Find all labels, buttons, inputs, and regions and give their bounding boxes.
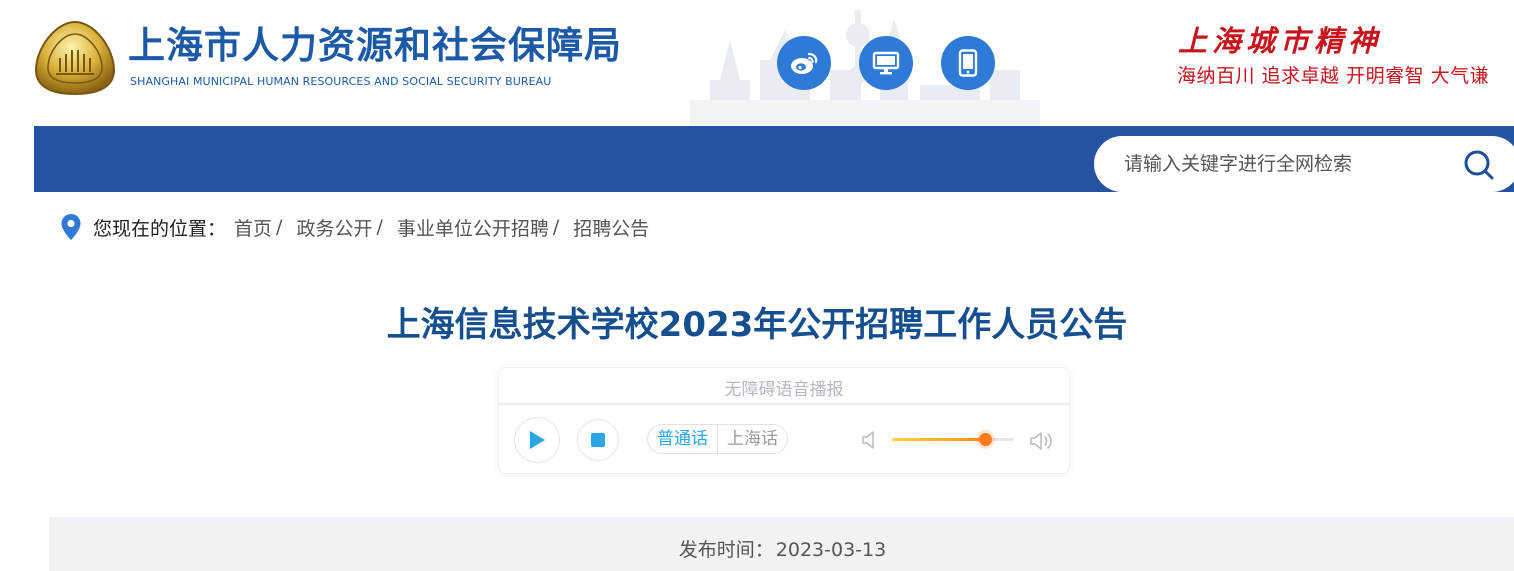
volume-low-icon[interactable]	[861, 430, 879, 450]
org-name-cn: 上海市人力资源和社会保障局	[128, 24, 622, 67]
publish-info-bar: 发布时间： 2023-03-13	[49, 517, 1514, 571]
publish-time: 发布时间： 2023-03-13	[49, 535, 1514, 562]
location-pin-icon	[61, 214, 81, 240]
accessibility-audio-player: 无障碍语音播报 普通话 上海话	[498, 367, 1070, 474]
desktop-icon	[872, 51, 900, 75]
breadcrumb-label: 您现在的位置：	[93, 217, 227, 240]
volume-fill	[892, 438, 985, 441]
stop-icon	[591, 433, 605, 447]
volume-knob[interactable]	[978, 433, 992, 446]
weibo-icon	[791, 52, 818, 74]
search-input[interactable]	[1124, 149, 1444, 179]
site-header: 上海市人力资源和社会保障局 SHANGHAI MUNICIPAL HUMAN R…	[0, 0, 1514, 126]
player-title: 无障碍语音播报	[724, 380, 844, 400]
breadcrumb-recruitment-notice[interactable]: 招聘公告	[573, 214, 649, 241]
breadcrumb-separator: /	[552, 216, 560, 238]
desktop-site-button[interactable]	[859, 36, 913, 90]
player-progress-track[interactable]	[499, 403, 1069, 405]
publish-time-label: 发布时间：	[678, 539, 774, 561]
lang-mandarin[interactable]: 普通话	[648, 425, 717, 453]
city-spirit-slogan: 海纳百川 追求卓越 开明睿智 大气谦	[1177, 65, 1490, 87]
breadcrumb-government-affairs[interactable]: 政务公开	[296, 214, 372, 241]
publish-date: 2023-03-13	[775, 539, 887, 561]
site-search	[1094, 136, 1514, 192]
breadcrumb: 您现在的位置： 首页 / 政务公开 / 事业单位公开招聘 / 招聘公告	[60, 212, 649, 242]
lang-shanghainese[interactable]: 上海话	[717, 425, 787, 453]
volume-high-icon[interactable]	[1029, 430, 1055, 452]
breadcrumb-separator: /	[276, 216, 283, 238]
volume-slider[interactable]	[892, 433, 1014, 446]
weibo-button[interactable]	[777, 36, 831, 90]
article-title: 上海信息技术学校2023年公开招聘工作人员公告	[386, 305, 1128, 345]
play-button[interactable]	[514, 417, 560, 463]
city-spirit-title: 上海城市精神	[1178, 24, 1383, 58]
breadcrumb-separator: /	[376, 216, 383, 238]
stop-button[interactable]	[577, 419, 619, 461]
mobile-icon	[958, 49, 978, 77]
org-name-en: SHANGHAI MUNICIPAL HUMAN RESOURCES AND S…	[130, 75, 552, 88]
breadcrumb-public-recruitment[interactable]: 事业单位公开招聘	[397, 214, 549, 241]
search-icon[interactable]	[1462, 148, 1496, 182]
mobile-site-button[interactable]	[941, 36, 995, 90]
breadcrumb-home[interactable]: 首页	[234, 214, 272, 241]
play-icon	[530, 431, 545, 449]
bureau-logo-emblem[interactable]	[34, 20, 116, 96]
dialect-switch: 普通话 上海话	[647, 424, 788, 454]
